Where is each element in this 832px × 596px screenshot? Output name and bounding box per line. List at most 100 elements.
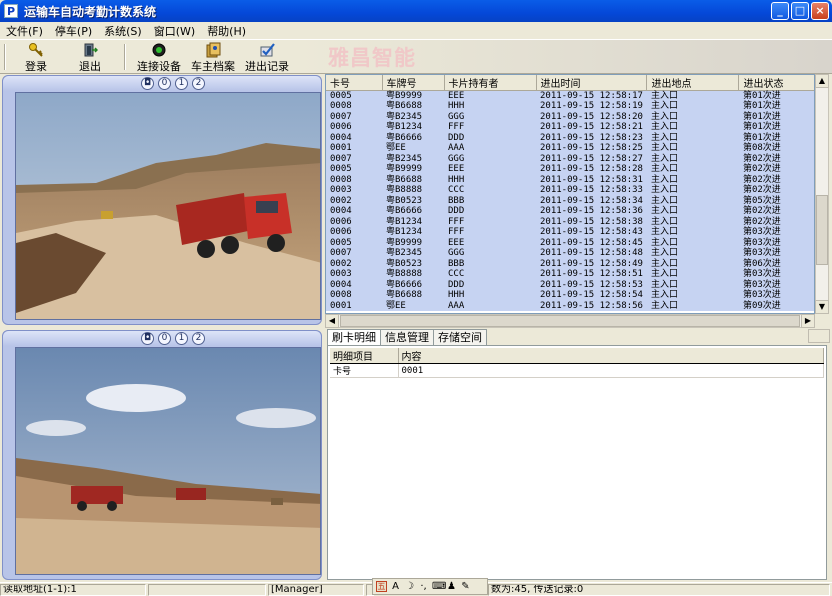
table-row[interactable]: 0004 粤B6666 DDD 2011-09-15 12:58:53 主入口 第03次进 xyxy=(326,279,814,290)
tab-card-swipe-details[interactable]: 刷卡明细 xyxy=(327,329,381,346)
menu-parking[interactable]: 停车(P) xyxy=(49,23,98,39)
cell-card-no: 0007 xyxy=(326,153,382,164)
dots-icon[interactable]: ·, xyxy=(418,581,429,592)
connect-device-button[interactable]: 连接设备 xyxy=(136,41,182,73)
cell-status: 第03次进 xyxy=(738,290,814,301)
table-row[interactable]: 0002 粤B0523 BBB 2011-09-15 12:58:34 主入口 第05次进 xyxy=(326,195,814,206)
table-row[interactable]: 0005 粤B9999 EEE 2011-09-15 12:58:28 主入口 第02次进 xyxy=(326,164,814,175)
scroll-up-arrow-icon[interactable]: ▲ xyxy=(815,74,829,88)
video-2-channel-0-button[interactable]: 0 xyxy=(158,332,171,345)
close-button[interactable]: × xyxy=(811,2,829,20)
table-row[interactable]: 0008 粤B6688 HHH 2011-09-15 12:58:54 主入口 第03次进 xyxy=(326,290,814,301)
moon-icon[interactable]: ☽ xyxy=(404,581,415,592)
cell-card-no: 0007 xyxy=(326,111,382,122)
grid-horizontal-scrollbar[interactable]: ◀ ▶ xyxy=(325,314,815,328)
cell-plate: 粤B6688 xyxy=(382,101,444,112)
table-row[interactable]: 0006 粤B1234 FFF 2011-09-15 12:58:38 主入口 第02次进 xyxy=(326,216,814,227)
minimize-button[interactable]: _ xyxy=(771,2,789,20)
table-row[interactable]: 0002 粤B0523 BBB 2011-09-15 12:58:49 主入口 第06次进 xyxy=(326,258,814,269)
cell-time: 2011-09-15 12:58:33 xyxy=(536,185,647,196)
detail-row[interactable]: 卡号 0001 xyxy=(330,363,824,378)
video-2-channel-1-button[interactable]: 1 xyxy=(175,332,188,345)
table-row[interactable]: 0007 粤B2345 GGG 2011-09-15 12:58:27 主入口 第02次进 xyxy=(326,153,814,164)
table-row[interactable]: 0003 粤B8888 CCC 2011-09-15 12:58:51 主入口 第03次进 xyxy=(326,269,814,280)
table-row[interactable]: 0006 粤B1234 FFF 2011-09-15 12:58:21 主入口 第01次进 xyxy=(326,122,814,133)
table-row[interactable]: 0001 鄂EE AAA 2011-09-15 12:58:25 主入口 第08次进 xyxy=(326,143,814,154)
column-header-holder[interactable]: 卡片持有者 xyxy=(444,75,537,91)
cell-status: 第03次进 xyxy=(738,227,814,238)
wrench-icon[interactable]: ✎ xyxy=(460,581,471,592)
table-row[interactable]: 0007 粤B2345 GGG 2011-09-15 12:58:20 主入口 第01次进 xyxy=(326,111,814,122)
detail-column-content[interactable]: 内容 xyxy=(398,348,824,364)
detail-column-item[interactable]: 明细项目 xyxy=(330,348,399,364)
column-header-plate[interactable]: 车牌号 xyxy=(382,75,445,91)
cell-location: 主入口 xyxy=(646,143,739,154)
cell-card-no: 0006 xyxy=(326,227,382,238)
grid-vertical-scroll-thumb[interactable] xyxy=(816,195,828,265)
tab-storage-space[interactable]: 存储空间 xyxy=(433,329,487,345)
video-1-channel-0-button[interactable]: 0 xyxy=(158,77,171,90)
video-2-stop-button[interactable]: ◘ xyxy=(141,332,154,345)
cell-card-no: 0006 xyxy=(326,122,382,133)
table-row[interactable]: 0008 粤B6688 HHH 2011-09-15 12:58:19 主入口 第01次进 xyxy=(326,101,814,112)
cell-holder: FFF xyxy=(444,216,536,227)
cell-card-no: 0008 xyxy=(326,174,382,185)
video-1-channel-2-button[interactable]: 2 xyxy=(192,77,205,90)
keyboard-icon[interactable]: ⌨ xyxy=(432,581,446,592)
access-records-label: 进出记录 xyxy=(245,60,289,73)
scroll-down-arrow-icon[interactable]: ▼ xyxy=(815,300,829,314)
table-row[interactable]: 0005 粤B9999 EEE 2011-09-15 12:58:45 主入口 第03次进 xyxy=(326,237,814,248)
brand-logo-text: 雅昌智能 xyxy=(328,45,416,70)
logout-button[interactable]: 退出 xyxy=(70,41,110,73)
owner-files-button[interactable]: 车主档案 xyxy=(190,41,236,73)
column-header-location[interactable]: 进出地点 xyxy=(646,75,740,91)
table-row[interactable]: 0001 鄂EE AAA 2011-09-15 12:58:56 主入口 第09次进 xyxy=(326,300,814,311)
ime-icon[interactable]: 五 xyxy=(376,581,387,592)
scroll-left-arrow-icon[interactable]: ◀ xyxy=(325,314,339,328)
access-records-grid[interactable]: 卡号 车牌号 卡片持有者 进出时间 进出地点 进出状态 0005 粤B9999 EE… xyxy=(325,74,815,314)
cell-holder: FFF xyxy=(444,227,536,238)
grid-vertical-scrollbar[interactable]: ▲ ▼ xyxy=(815,74,829,314)
menu-bar: 文件(F) 停车(P) 系统(S) 窗口(W) 帮助(H) xyxy=(0,22,832,40)
table-row[interactable]: 0006 粤B1234 FFF 2011-09-15 12:58:43 主入口 第03次进 xyxy=(326,227,814,238)
cell-plate: 粤B6666 xyxy=(382,132,444,143)
cell-plate: 粤B2345 xyxy=(382,111,444,122)
ime-language-bar[interactable]: 五 A ☽ ·, ⌨ ♟ ✎ xyxy=(372,578,488,595)
tab-info-management[interactable]: 信息管理 xyxy=(380,329,434,345)
font-icon[interactable]: A xyxy=(390,581,401,592)
cell-holder: GGG xyxy=(444,153,536,164)
cell-location: 主入口 xyxy=(646,279,739,290)
table-row[interactable]: 0008 粤B6688 HHH 2011-09-15 12:58:31 主入口 第02次进 xyxy=(326,174,814,185)
maximize-button[interactable]: □ xyxy=(791,2,809,20)
table-row[interactable]: 0005 粤B9999 EEE 2011-09-15 12:58:17 主入口 第01次进 xyxy=(326,90,814,101)
scroll-right-arrow-icon[interactable]: ▶ xyxy=(801,314,815,328)
access-records-button[interactable]: 进出记录 xyxy=(244,41,290,73)
tab-panel-corner xyxy=(808,329,830,343)
cell-card-no: 0004 xyxy=(326,279,382,290)
cell-holder: EEE xyxy=(444,90,536,101)
cell-card-no: 0001 xyxy=(326,143,382,154)
table-row[interactable]: 0004 粤B6666 DDD 2011-09-15 12:58:23 主入口 第01次进 xyxy=(326,132,814,143)
video-1-channel-1-button[interactable]: 1 xyxy=(175,77,188,90)
table-row[interactable]: 0007 粤B2345 GGG 2011-09-15 12:58:48 主入口 第03次进 xyxy=(326,248,814,259)
column-header-card-no[interactable]: 卡号 xyxy=(326,75,383,91)
login-button[interactable]: 登录 xyxy=(16,41,56,73)
cell-card-no: 0007 xyxy=(326,248,382,259)
connect-device-label: 连接设备 xyxy=(137,60,181,73)
column-header-time[interactable]: 进出时间 xyxy=(536,75,648,91)
table-row[interactable]: 0003 粤B8888 CCC 2011-09-15 12:58:33 主入口 第02次进 xyxy=(326,185,814,196)
user-icon[interactable]: ♟ xyxy=(446,581,457,592)
cell-time: 2011-09-15 12:58:19 xyxy=(536,101,647,112)
menu-system[interactable]: 系统(S) xyxy=(98,23,148,39)
column-header-status[interactable]: 进出状态 xyxy=(738,75,814,91)
cell-plate: 粤B6688 xyxy=(382,290,444,301)
menu-help[interactable]: 帮助(H) xyxy=(201,23,252,39)
camera-image-dump-truck xyxy=(16,93,320,319)
cell-plate: 粤B1234 xyxy=(382,227,444,238)
video-2-channel-2-button[interactable]: 2 xyxy=(192,332,205,345)
menu-file[interactable]: 文件(F) xyxy=(0,23,49,39)
video-1-stop-button[interactable]: ◘ xyxy=(141,77,154,90)
grid-horizontal-scroll-thumb[interactable] xyxy=(340,315,800,327)
table-row[interactable]: 0004 粤B6666 DDD 2011-09-15 12:58:36 主入口 第02次进 xyxy=(326,206,814,217)
menu-window[interactable]: 窗口(W) xyxy=(148,23,201,39)
